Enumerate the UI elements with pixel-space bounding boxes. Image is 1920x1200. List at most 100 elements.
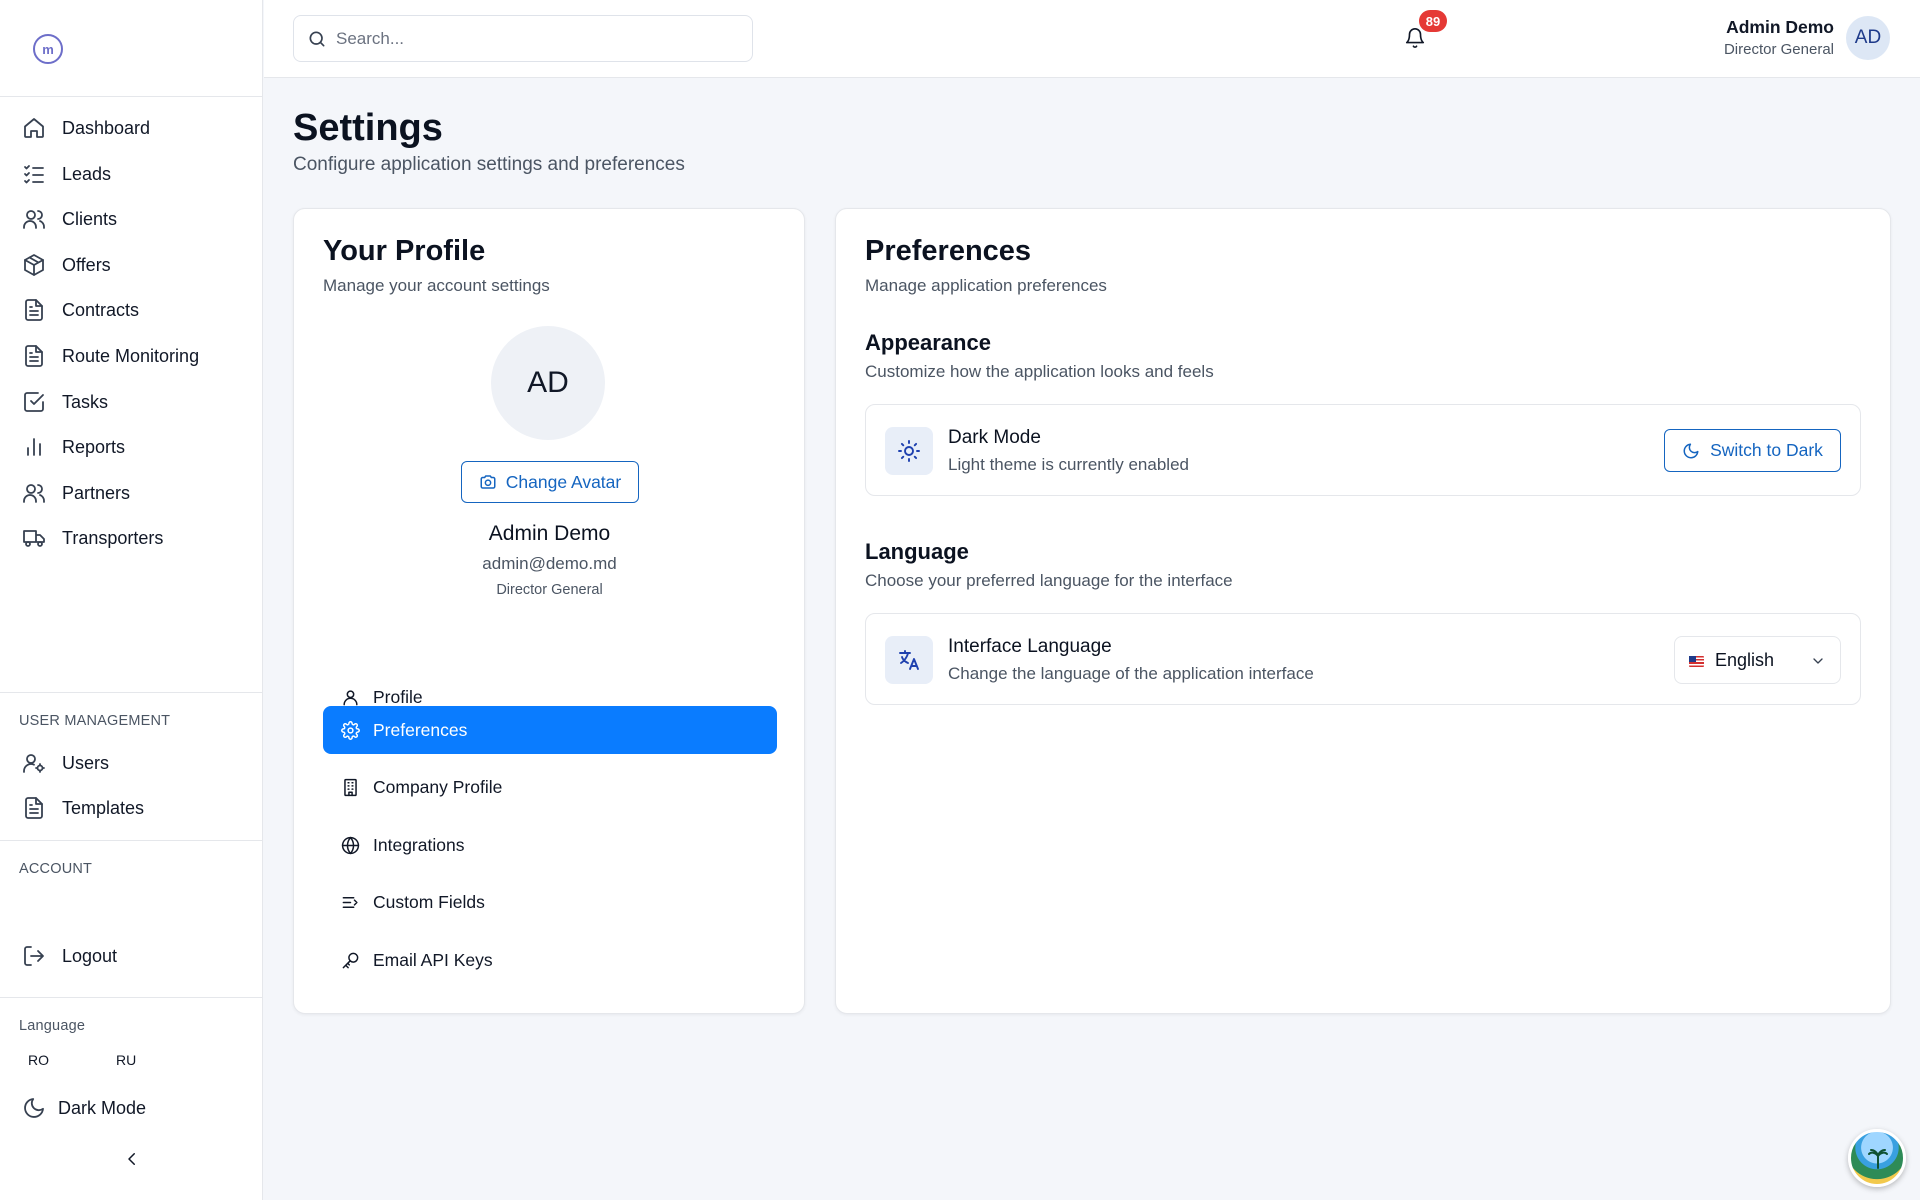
floating-assistant-button[interactable] [1848, 1129, 1906, 1187]
sidebar-item-label: Leads [62, 163, 112, 184]
palm-tree-icon [1868, 1149, 1888, 1169]
change-avatar-label: Change Avatar [505, 471, 622, 492]
settings-menu-custom-fields[interactable]: Custom Fields [323, 878, 777, 926]
globe-icon [341, 836, 360, 854]
checkbox-icon [24, 392, 44, 412]
profile-card: Your Profile Manage your account setting… [293, 208, 805, 1014]
page-subtitle: Configure application settings and prefe… [293, 154, 685, 175]
user-cog-icon [23, 754, 45, 773]
sidebar-item-route-monitoring[interactable]: Route Monitoring [22, 338, 242, 374]
moon-icon [24, 1098, 44, 1118]
section-title-user-management: USER MANAGEMENT [19, 713, 171, 729]
sidebar-item-label: Contracts [62, 299, 140, 320]
sidebar-item-label: Clients [62, 208, 118, 229]
sidebar-item-label: Users [62, 752, 110, 773]
sidebar-item-label: Templates [62, 797, 145, 818]
search-box[interactable] [293, 15, 753, 62]
preferences-card: Preferences Manage application preferenc… [835, 208, 1891, 1014]
sidebar-item-contracts[interactable]: Contracts [22, 292, 242, 328]
sidebar-item-transporters[interactable]: Transporters [22, 520, 242, 556]
sidebar-item-label: Tasks [62, 391, 109, 412]
change-avatar-button[interactable]: Change Avatar [461, 461, 639, 503]
language-option-ru[interactable]: RU [116, 1052, 136, 1068]
notification-badge: 89 [1419, 10, 1447, 32]
search-icon [309, 31, 325, 47]
profile-card-subtitle: Manage your account settings [323, 276, 550, 295]
language-title: Language [865, 539, 969, 564]
dark-mode-label: Dark Mode [58, 1097, 147, 1118]
profile-email: admin@demo.md [482, 554, 617, 573]
sidebar: m Dashboard Leads Clients Offers Contrac… [0, 0, 263, 1200]
avatar[interactable]: AD [1846, 16, 1890, 60]
switch-to-dark-button[interactable]: Switch to Dark [1664, 429, 1841, 472]
translate-icon [899, 650, 919, 670]
translate-icon-box [885, 636, 933, 684]
chevron-left-icon[interactable] [123, 1150, 141, 1168]
file-text-icon [25, 345, 43, 367]
sidebar-item-tasks[interactable]: Tasks [22, 384, 242, 420]
settings-menu-company-profile[interactable]: Company Profile [323, 763, 777, 811]
sidebar-item-reports[interactable]: Reports [22, 429, 242, 465]
gear-icon [341, 720, 360, 740]
package-icon [24, 254, 44, 276]
sidebar-item-label: Reports [62, 436, 126, 457]
sidebar-item-templates[interactable]: Templates [22, 790, 242, 826]
sidebar-divider [0, 997, 263, 998]
language-select[interactable]: English [1674, 636, 1841, 684]
interface-language-setting: Interface Language Change the language o… [865, 613, 1861, 705]
sidebar-item-clients[interactable]: Clients [22, 201, 242, 237]
settings-menu-label: Custom Fields [373, 891, 485, 912]
sidebar-item-label: Dashboard [62, 117, 151, 138]
app-logo[interactable]: m [33, 34, 63, 64]
settings-menu-label: Email API Keys [373, 949, 493, 970]
list-arrow-icon [342, 896, 358, 908]
building-icon [344, 778, 357, 796]
settings-menu-email-api-keys[interactable]: Email API Keys [323, 936, 777, 984]
appearance-subtitle: Customize how the application looks and … [865, 362, 1214, 381]
sidebar-item-partners[interactable]: Partners [22, 475, 242, 511]
sidebar-item-dashboard[interactable]: Dashboard [22, 110, 242, 146]
interface-language-desc: Change the language of the application i… [948, 664, 1314, 683]
search-input[interactable] [336, 26, 736, 52]
page-title: Settings [293, 107, 443, 149]
sun-icon-box [885, 427, 933, 475]
user-icon [343, 689, 358, 705]
section-title-language: Language [19, 1018, 86, 1034]
language-subtitle: Choose your preferred language for the i… [865, 571, 1233, 590]
sidebar-item-label: Transporters [62, 527, 164, 548]
logout-button[interactable]: Logout [22, 938, 242, 974]
user-name[interactable]: Admin Demo [1726, 17, 1834, 38]
settings-menu-preferences[interactable]: Preferences [323, 706, 777, 754]
section-title-account: ACCOUNT [19, 861, 93, 877]
key-icon [342, 952, 359, 968]
dark-mode-toggle[interactable]: Dark Mode [22, 1090, 242, 1126]
sidebar-divider [0, 96, 263, 97]
preferences-card-subtitle: Manage application preferences [865, 276, 1107, 295]
sidebar-item-users[interactable]: Users [22, 745, 242, 781]
file-text-icon [25, 299, 43, 321]
camera-icon [480, 475, 496, 489]
top-bar [264, 0, 1920, 78]
sidebar-item-offers[interactable]: Offers [22, 247, 242, 283]
list-check-icon [24, 165, 44, 184]
sidebar-divider [0, 692, 263, 693]
users-icon [23, 484, 45, 503]
settings-menu-integrations[interactable]: Integrations [323, 821, 777, 869]
bell-icon[interactable] [1404, 27, 1426, 49]
user-role: Director General [1723, 41, 1834, 58]
bar-chart-icon [27, 438, 41, 456]
profile-role: Director General [496, 582, 603, 598]
sidebar-item-label: Partners [62, 482, 131, 503]
settings-menu-label: Company Profile [373, 776, 503, 797]
settings-menu-label: Profile [373, 686, 423, 707]
file-text-icon [25, 797, 43, 819]
logout-icon [24, 946, 44, 966]
sidebar-item-leads[interactable]: Leads [22, 156, 242, 192]
dark-mode-setting: Dark Mode Light theme is currently enabl… [865, 404, 1861, 496]
switch-to-dark-label: Switch to Dark [1710, 440, 1823, 460]
language-option-ro[interactable]: RO [28, 1052, 49, 1068]
us-flag-icon [1689, 656, 1704, 667]
settings-menu-label: Preferences [373, 719, 468, 740]
truck-icon [23, 530, 45, 547]
sidebar-item-label: Offers [62, 254, 111, 275]
